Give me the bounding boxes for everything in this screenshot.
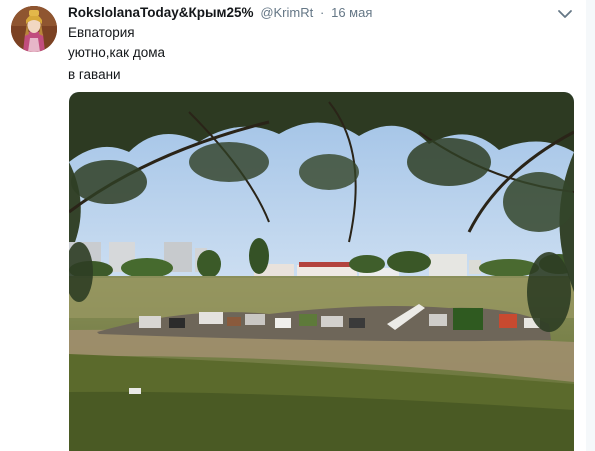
tweet-card: RokslolanaToday&Крым25% @KrimRt · 16 мая… — [0, 0, 595, 451]
tweet-photo[interactable] — [69, 92, 574, 451]
separator-dot: · — [320, 5, 325, 20]
scrollbar-track[interactable] — [586, 0, 595, 451]
avatar-portrait — [11, 6, 57, 52]
tweet-header: RokslolanaToday&Крым25% @KrimRt · 16 мая — [68, 4, 372, 22]
tweet-date[interactable]: 16 мая — [331, 5, 372, 20]
tweet-text-line-2: уютно,как дома — [68, 45, 166, 60]
avatar[interactable] — [11, 6, 57, 52]
chevron-down-icon[interactable] — [557, 7, 573, 19]
photo-scene — [69, 92, 574, 451]
author-handle[interactable]: @KrimRt — [260, 5, 313, 20]
tweet-text-line-3: в гавани — [68, 67, 121, 82]
tweet-text-line-1: Евпатория — [68, 25, 135, 40]
author-name[interactable]: RokslolanaToday&Крым25% — [68, 5, 254, 20]
